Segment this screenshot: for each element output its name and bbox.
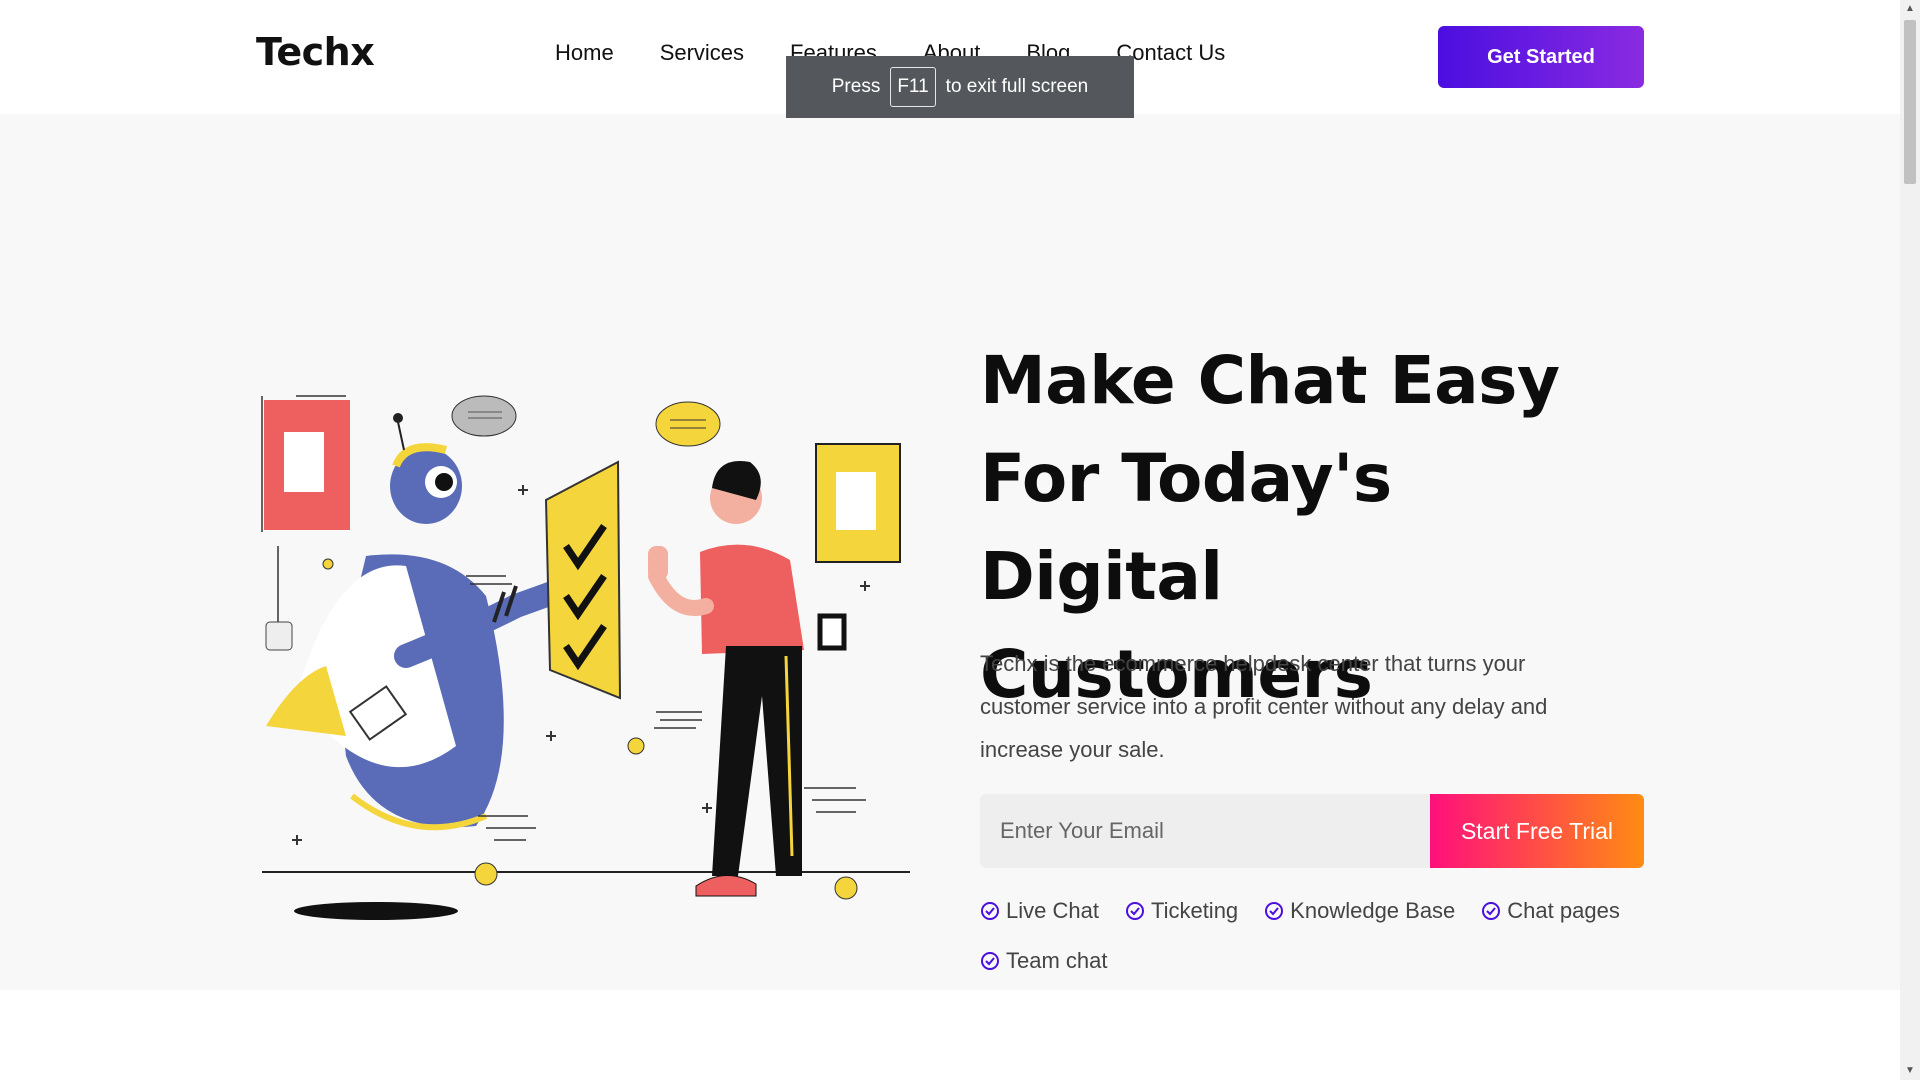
toast-prefix: Press — [831, 76, 881, 97]
robot-chat-illustration — [261, 395, 910, 920]
feature-label: Live Chat — [1006, 898, 1099, 923]
nav-link-home[interactable]: Home — [555, 40, 614, 66]
get-started-button[interactable]: Get Started — [1438, 26, 1644, 88]
scroll-up-arrow-icon[interactable]: ▲ — [1900, 0, 1920, 18]
page-scrollbar[interactable]: ▲ ▼ — [1900, 0, 1920, 1080]
scroll-down-arrow-icon[interactable]: ▼ — [1900, 1062, 1920, 1080]
email-input[interactable] — [980, 794, 1430, 868]
feature-label: Knowledge Base — [1290, 898, 1456, 923]
hero-description: Techx is the ecommerce helpdesk center t… — [980, 651, 1548, 762]
check-circle-icon — [1265, 902, 1284, 920]
fullscreen-exit-toast: Press F11 to exit full screen — [786, 56, 1134, 118]
check-circle-icon — [981, 902, 999, 920]
start-free-trial-button[interactable]: Start Free Trial — [1430, 794, 1644, 868]
feature-label: Chat pages — [1507, 898, 1620, 923]
feature-label: Ticketing — [1150, 898, 1239, 923]
signup-form: Start Free Trial — [980, 794, 1644, 868]
toast-suffix: to exit full screen — [945, 76, 1089, 97]
check-circle-icon — [1482, 902, 1501, 920]
feature-item: Knowledge Base — [1264, 896, 1455, 926]
hero-section: Make Chat Easy For Today's Digital Custo… — [0, 114, 1900, 990]
check-circle-icon — [981, 952, 999, 970]
check-circle-icon — [1125, 902, 1144, 920]
toast-key: F11 — [890, 67, 936, 107]
feature-item: Live Chat — [980, 896, 1099, 926]
feature-item: Ticketing — [1125, 896, 1238, 926]
feature-list: Live Chat Ticketing Knowledge Base Chat … — [980, 896, 1640, 976]
feature-label: Team chat — [1006, 948, 1108, 973]
feature-item: Chat pages — [1481, 896, 1620, 926]
scrollbar-thumb[interactable] — [1904, 20, 1916, 184]
feature-item: Team chat — [980, 946, 1108, 976]
nav-link-services[interactable]: Services — [660, 40, 744, 66]
logo[interactable]: Techx — [256, 30, 375, 74]
